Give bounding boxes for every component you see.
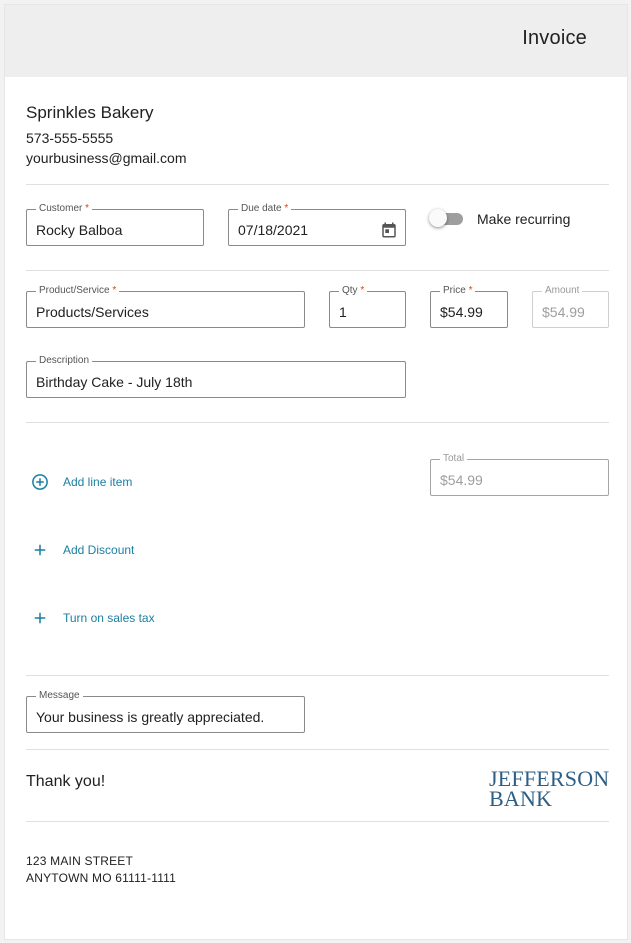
- invoice-card: Invoice Sprinkles Bakery 573-555-5555 yo…: [4, 4, 628, 940]
- product-service-label: Product/Service *: [36, 284, 120, 298]
- invoice-header: Invoice: [5, 5, 627, 77]
- customer-field[interactable]: Customer * Rocky Balboa: [26, 202, 204, 246]
- divider: [26, 184, 609, 185]
- message-field[interactable]: Message Your business is greatly appreci…: [26, 689, 305, 733]
- jefferson-bank-logo: JEFFERSON BANK: [489, 768, 611, 811]
- amount-value: $54.99: [542, 304, 585, 320]
- add-discount-label: Add Discount: [63, 543, 135, 557]
- address-line-1: 123 MAIN STREET: [26, 854, 134, 868]
- business-phone: 573-555-5555: [26, 130, 114, 146]
- price-field[interactable]: Price * $54.99: [430, 284, 508, 328]
- address-line-2: ANYTOWN MO 61111-1111: [26, 871, 177, 885]
- customer-value: Rocky Balboa: [36, 222, 123, 238]
- description-value: Birthday Cake - July 18th: [36, 374, 193, 390]
- turn-on-sales-tax-button[interactable]: Turn on sales tax: [31, 607, 155, 629]
- calendar-icon[interactable]: [380, 221, 398, 239]
- divider: [26, 422, 609, 423]
- description-label: Description: [36, 354, 93, 368]
- customer-field-label: Customer *: [36, 202, 93, 216]
- divider: [26, 749, 609, 750]
- total-value: $54.99: [440, 472, 483, 488]
- business-name: Sprinkles Bakery: [26, 103, 154, 122]
- business-email: yourbusiness@gmail.com: [26, 150, 187, 166]
- make-recurring-label: Make recurring: [477, 211, 571, 227]
- qty-field[interactable]: Qty * 1: [329, 284, 406, 328]
- message-label: Message: [36, 689, 83, 703]
- logo-line-2: BANK: [489, 786, 553, 811]
- divider: [26, 270, 609, 271]
- qty-value: 1: [339, 304, 347, 320]
- add-discount-button[interactable]: Add Discount: [31, 539, 134, 561]
- page-title: Invoice: [522, 27, 587, 49]
- plus-circle-icon: [32, 474, 48, 490]
- total-label: Total: [440, 452, 468, 466]
- total-field: Total $54.99: [430, 452, 609, 496]
- add-line-item-button[interactable]: Add line item: [31, 471, 132, 493]
- due-date-value: 07/18/2021: [238, 222, 309, 238]
- turn-on-sales-tax-label: Turn on sales tax: [63, 611, 155, 625]
- plus-icon: [34, 544, 46, 556]
- price-label: Price *: [440, 284, 476, 298]
- divider: [26, 675, 609, 676]
- due-date-field-label: Due date *: [238, 202, 292, 216]
- amount-field: Amount $54.99: [532, 284, 609, 328]
- add-line-item-label: Add line item: [63, 475, 133, 489]
- toggle-knob: [429, 209, 447, 227]
- price-value: $54.99: [440, 304, 483, 320]
- product-service-value: Products/Services: [36, 304, 149, 320]
- make-recurring-toggle[interactable]: [429, 209, 465, 227]
- amount-label: Amount: [542, 284, 583, 298]
- product-service-field[interactable]: Product/Service * Products/Services: [26, 284, 305, 328]
- plus-icon: [34, 612, 46, 624]
- divider: [26, 821, 609, 822]
- description-field[interactable]: Description Birthday Cake - July 18th: [26, 354, 406, 398]
- qty-label: Qty *: [339, 284, 368, 298]
- thank-you-text: Thank you!: [26, 773, 106, 790]
- message-value: Your business is greatly appreciated.: [36, 709, 265, 725]
- due-date-field[interactable]: Due date * 07/18/2021: [228, 202, 406, 246]
